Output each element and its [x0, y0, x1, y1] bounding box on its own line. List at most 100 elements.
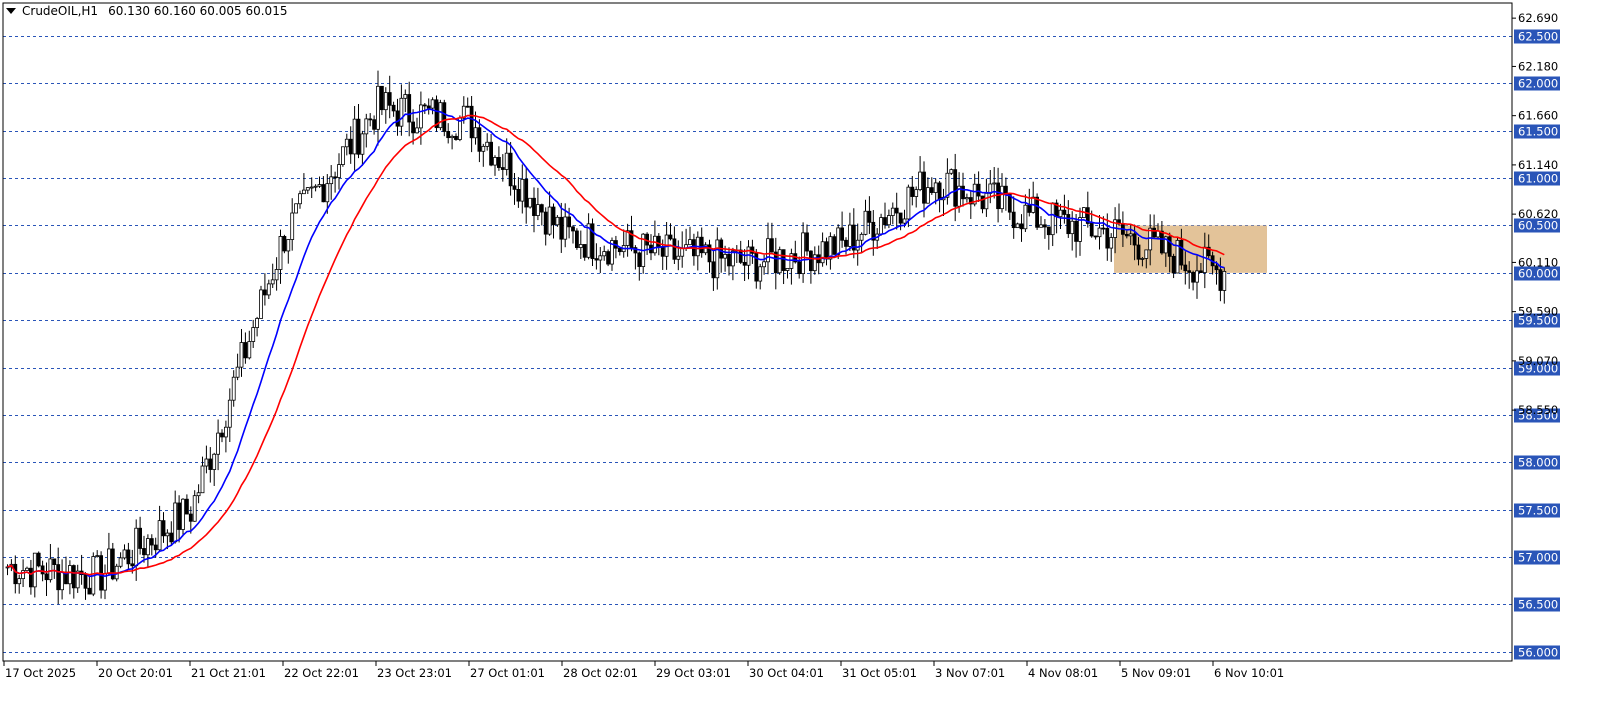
candle-body	[329, 176, 334, 185]
candle-body	[32, 552, 37, 588]
candle-body	[13, 563, 18, 585]
candle-body	[305, 187, 310, 191]
level-badge-label: 62.500	[1518, 30, 1558, 44]
price-chart[interactable]: 62.50062.00061.50061.00060.50060.00059.5…	[0, 0, 1614, 704]
candle-body	[44, 573, 49, 581]
candle-body	[559, 216, 564, 240]
candle-body	[1199, 270, 1203, 274]
time-tick-label: 21 Oct 21:01	[191, 666, 266, 680]
candle-body	[469, 105, 474, 139]
candle-body	[348, 138, 353, 155]
candle-body	[430, 99, 435, 109]
candle-body	[243, 342, 248, 359]
candle-body	[212, 453, 217, 470]
candle-body	[153, 544, 158, 551]
candle-body	[220, 432, 224, 438]
candle-body	[1167, 236, 1172, 257]
candle-body	[906, 186, 911, 220]
candle-body	[177, 502, 182, 530]
candle-body	[867, 210, 872, 223]
candle-body	[95, 555, 100, 558]
candle-body	[1105, 228, 1110, 249]
candle-body	[337, 164, 341, 178]
candle-body	[742, 261, 747, 266]
candle-body	[1066, 214, 1071, 235]
level-badge-label: 56.500	[1518, 598, 1558, 612]
candle-body	[87, 587, 92, 595]
candle-body	[181, 498, 185, 530]
candle-body	[138, 527, 143, 549]
time-tick-label: 20 Oct 20:01	[98, 666, 173, 680]
candle-body	[844, 239, 848, 247]
candle-body	[161, 520, 166, 537]
price-tick-label: 59.590	[1518, 305, 1558, 319]
candle-body	[976, 183, 981, 197]
candle-body	[399, 97, 404, 127]
candle-body	[134, 527, 139, 567]
candle-body	[898, 212, 903, 224]
chart-header: CrudeOIL,H1 60.130 60.160 60.005 60.015	[6, 4, 287, 18]
time-tick-label: 6 Nov 10:01	[1214, 666, 1284, 680]
candle-body	[1004, 185, 1008, 195]
candle-body	[1132, 233, 1137, 246]
candle-body	[840, 227, 844, 241]
dropdown-triangle-icon[interactable]	[6, 8, 16, 14]
candle-body	[738, 249, 743, 263]
candle-body	[914, 189, 919, 197]
candle-body	[602, 251, 607, 257]
candle-body	[929, 187, 934, 193]
candle-body	[1218, 269, 1223, 291]
candle-body	[1011, 211, 1016, 229]
candle-body	[1074, 220, 1078, 242]
candle-body	[422, 104, 427, 107]
candle-body	[1101, 227, 1106, 230]
candle-body	[777, 249, 782, 274]
candle-body	[863, 210, 868, 235]
candle-body	[1046, 226, 1051, 236]
candle-body	[1183, 264, 1188, 272]
candle-body	[1171, 255, 1176, 274]
time-tick-label: 27 Oct 01:01	[470, 666, 545, 680]
candle-body	[910, 186, 915, 197]
candle-body	[656, 235, 661, 247]
candle-body	[1202, 246, 1207, 274]
candle-body	[1050, 202, 1055, 236]
candle-body	[715, 239, 720, 279]
candle-body	[688, 239, 692, 246]
candle-body	[1144, 249, 1149, 259]
level-badge-label: 61.000	[1518, 172, 1558, 186]
candle-body	[937, 182, 942, 201]
candle-body	[762, 261, 766, 268]
candle-body	[309, 186, 314, 189]
candle-body	[321, 184, 326, 203]
candle-body	[890, 207, 895, 216]
candle-body	[965, 197, 969, 200]
candle-body	[450, 135, 455, 139]
candle-body	[36, 552, 41, 567]
candle-body	[723, 253, 727, 259]
candle-body	[606, 251, 610, 265]
candle-body	[805, 232, 809, 252]
level-badge-label: 62.000	[1518, 77, 1558, 91]
candle-body	[465, 105, 470, 108]
candle-body	[496, 157, 501, 168]
candle-body	[578, 244, 583, 248]
candle-body	[598, 255, 603, 261]
price-tick-label: 61.140	[1518, 158, 1558, 172]
candle-body	[360, 133, 365, 155]
candle-body	[1136, 244, 1141, 260]
time-tick-label: 4 Nov 08:01	[1028, 666, 1098, 680]
candle-body	[1097, 227, 1102, 238]
candle-body	[590, 223, 595, 260]
candle-body	[1109, 237, 1114, 249]
price-tick-label: 62.690	[1518, 11, 1558, 25]
candle-body	[21, 570, 26, 580]
candle-body	[208, 458, 213, 470]
candle-body	[17, 578, 22, 585]
candle-body	[809, 250, 813, 272]
candle-body	[391, 104, 396, 112]
candle-body	[387, 92, 392, 106]
candle-body	[1152, 227, 1156, 238]
candle-body	[52, 558, 57, 565]
candle-body	[1070, 220, 1075, 235]
